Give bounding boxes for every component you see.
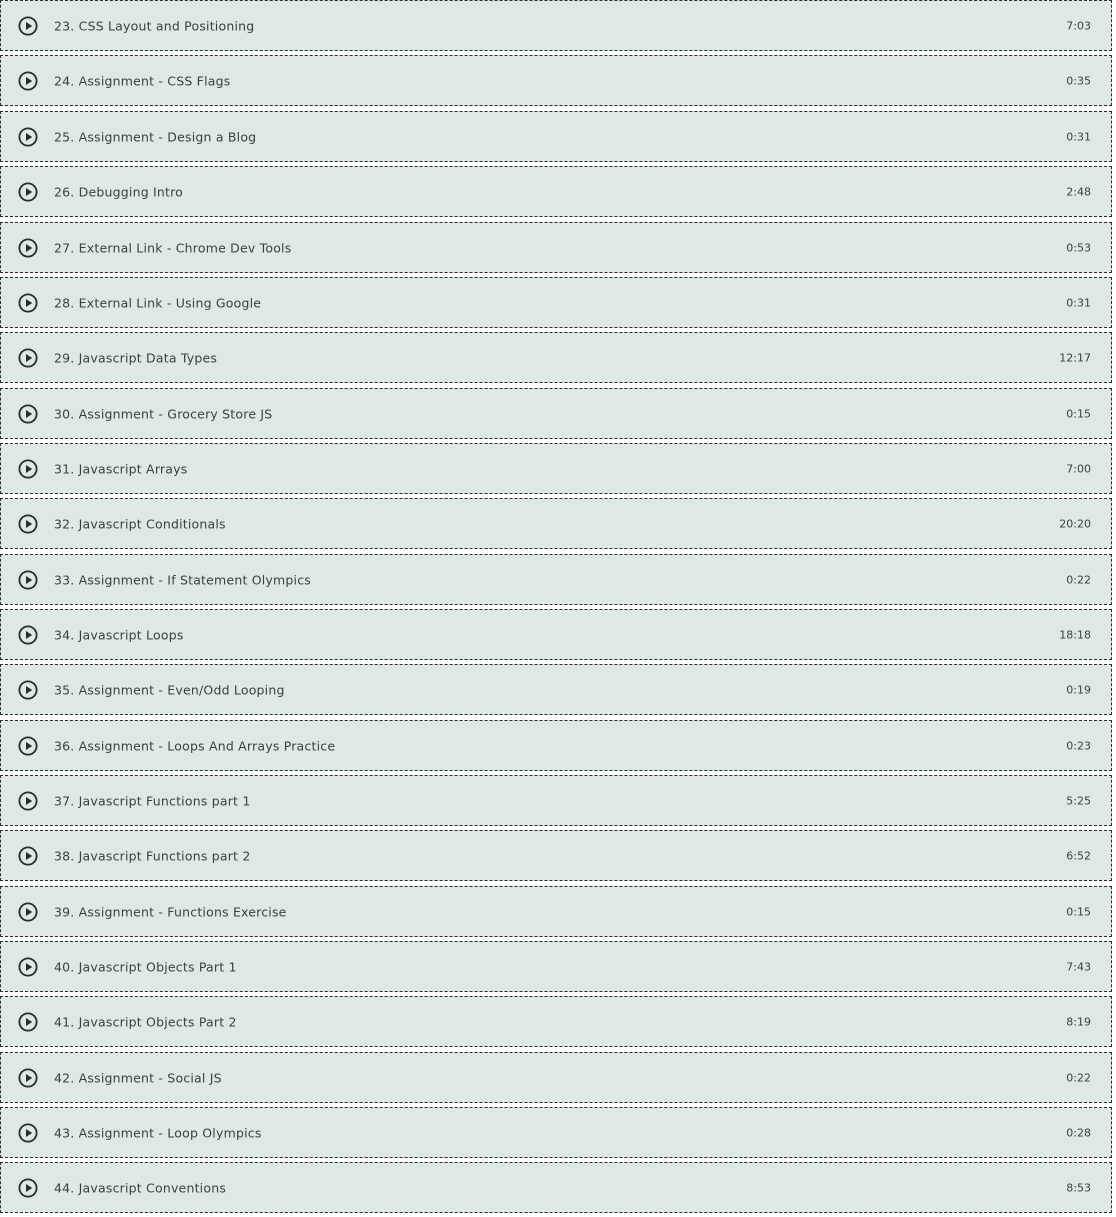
- play-circle-icon[interactable]: [18, 1067, 38, 1088]
- lecture-duration: 0:15: [1066, 905, 1091, 918]
- play-circle-icon[interactable]: [18, 126, 38, 147]
- lecture-duration: 0:35: [1066, 74, 1091, 87]
- lecture-title[interactable]: 31. Javascript Arrays: [54, 461, 187, 476]
- lecture-row[interactable]: 27. External Link - Chrome Dev Tools 0:5…: [0, 222, 1112, 273]
- lecture-title[interactable]: 35. Assignment - Even/Odd Looping: [54, 682, 285, 697]
- play-circle-icon[interactable]: [18, 679, 38, 700]
- lecture-row[interactable]: 39. Assignment - Functions Exercise 0:15: [0, 886, 1112, 937]
- lecture-title[interactable]: 26. Debugging Intro: [54, 184, 183, 199]
- lecture-duration: 20:20: [1059, 517, 1091, 530]
- play-circle-icon[interactable]: [18, 901, 38, 922]
- play-circle-icon[interactable]: [18, 1122, 38, 1143]
- play-circle-icon[interactable]: [18, 347, 38, 368]
- lecture-title[interactable]: 28. External Link - Using Google: [54, 295, 261, 310]
- lecture-duration: 0:15: [1066, 407, 1091, 420]
- lecture-row[interactable]: 35. Assignment - Even/Odd Looping 0:19: [0, 664, 1112, 715]
- lecture-row[interactable]: 32. Javascript Conditionals 20:20: [0, 498, 1112, 549]
- play-circle-icon[interactable]: [18, 403, 38, 424]
- play-circle-icon[interactable]: [18, 956, 38, 977]
- lecture-row[interactable]: 33. Assignment - If Statement Olympics 0…: [0, 554, 1112, 605]
- play-circle-icon[interactable]: [18, 790, 38, 811]
- lecture-duration: 7:43: [1066, 960, 1091, 973]
- play-circle-icon[interactable]: [18, 735, 38, 756]
- play-circle-icon[interactable]: [18, 569, 38, 590]
- lecture-duration: 5:25: [1066, 794, 1091, 807]
- lecture-duration: 12:17: [1059, 351, 1091, 364]
- play-circle-icon[interactable]: [18, 1177, 38, 1198]
- play-circle-icon[interactable]: [18, 70, 38, 91]
- lecture-duration: 0:31: [1066, 296, 1091, 309]
- lecture-row[interactable]: 43. Assignment - Loop Olympics 0:28: [0, 1107, 1112, 1158]
- lecture-title[interactable]: 41. Javascript Objects Part 2: [54, 1014, 237, 1029]
- play-circle-icon[interactable]: [18, 845, 38, 866]
- lecture-title[interactable]: 24. Assignment - CSS Flags: [54, 73, 230, 88]
- lecture-title[interactable]: 40. Javascript Objects Part 1: [54, 959, 237, 974]
- lecture-title[interactable]: 37. Javascript Functions part 1: [54, 793, 250, 808]
- lecture-title[interactable]: 27. External Link - Chrome Dev Tools: [54, 240, 291, 255]
- lecture-duration: 18:18: [1059, 628, 1091, 641]
- lecture-duration: 8:19: [1066, 1015, 1091, 1028]
- lecture-duration: 0:23: [1066, 739, 1091, 752]
- lecture-title[interactable]: 29. Javascript Data Types: [54, 350, 217, 365]
- lecture-title[interactable]: 30. Assignment - Grocery Store JS: [54, 406, 272, 421]
- lecture-row[interactable]: 25. Assignment - Design a Blog 0:31: [0, 111, 1112, 162]
- lecture-row[interactable]: 26. Debugging Intro 2:48: [0, 166, 1112, 217]
- lecture-title[interactable]: 42. Assignment - Social JS: [54, 1070, 222, 1085]
- lecture-row[interactable]: 41. Javascript Objects Part 2 8:19: [0, 996, 1112, 1047]
- lecture-duration: 7:00: [1066, 462, 1091, 475]
- play-circle-icon[interactable]: [18, 237, 38, 258]
- lecture-duration: 0:19: [1066, 683, 1091, 696]
- lecture-row[interactable]: 36. Assignment - Loops And Arrays Practi…: [0, 720, 1112, 771]
- lecture-row[interactable]: 24. Assignment - CSS Flags 0:35: [0, 55, 1112, 106]
- lecture-title[interactable]: 39. Assignment - Functions Exercise: [54, 904, 287, 919]
- play-circle-icon[interactable]: [18, 513, 38, 534]
- lecture-row[interactable]: 31. Javascript Arrays 7:00: [0, 443, 1112, 494]
- lecture-list: 23. CSS Layout and Positioning 7:03 24. …: [0, 0, 1116, 1217]
- lecture-duration: 6:52: [1066, 849, 1091, 862]
- lecture-duration: 8:53: [1066, 1181, 1091, 1194]
- lecture-title[interactable]: 32. Javascript Conditionals: [54, 516, 226, 531]
- lecture-row[interactable]: 34. Javascript Loops 18:18: [0, 609, 1112, 660]
- lecture-title[interactable]: 25. Assignment - Design a Blog: [54, 129, 256, 144]
- lecture-duration: 0:31: [1066, 130, 1091, 143]
- lecture-row[interactable]: 37. Javascript Functions part 1 5:25: [0, 775, 1112, 826]
- play-circle-icon[interactable]: [18, 15, 38, 36]
- lecture-row[interactable]: 28. External Link - Using Google 0:31: [0, 277, 1112, 328]
- lecture-title[interactable]: 36. Assignment - Loops And Arrays Practi…: [54, 738, 335, 753]
- lecture-row[interactable]: 44. Javascript Conventions 8:53: [0, 1162, 1112, 1213]
- play-circle-icon[interactable]: [18, 458, 38, 479]
- lecture-duration: 7:03: [1066, 19, 1091, 32]
- play-circle-icon[interactable]: [18, 624, 38, 645]
- lecture-row[interactable]: 23. CSS Layout and Positioning 7:03: [0, 0, 1112, 51]
- lecture-title[interactable]: 43. Assignment - Loop Olympics: [54, 1125, 262, 1140]
- lecture-title[interactable]: 44. Javascript Conventions: [54, 1180, 226, 1195]
- play-circle-icon[interactable]: [18, 181, 38, 202]
- lecture-title[interactable]: 33. Assignment - If Statement Olympics: [54, 572, 311, 587]
- lecture-row[interactable]: 38. Javascript Functions part 2 6:52: [0, 830, 1112, 881]
- lecture-row[interactable]: 30. Assignment - Grocery Store JS 0:15: [0, 388, 1112, 439]
- lecture-title[interactable]: 23. CSS Layout and Positioning: [54, 18, 254, 33]
- lecture-duration: 2:48: [1066, 185, 1091, 198]
- play-circle-icon[interactable]: [18, 292, 38, 313]
- lecture-duration: 0:22: [1066, 573, 1091, 586]
- lecture-duration: 0:22: [1066, 1071, 1091, 1084]
- lecture-duration: 0:53: [1066, 241, 1091, 254]
- lecture-row[interactable]: 29. Javascript Data Types 12:17: [0, 332, 1112, 383]
- lecture-title[interactable]: 34. Javascript Loops: [54, 627, 184, 642]
- play-circle-icon[interactable]: [18, 1011, 38, 1032]
- lecture-row[interactable]: 42. Assignment - Social JS 0:22: [0, 1052, 1112, 1103]
- lecture-title[interactable]: 38. Javascript Functions part 2: [54, 848, 250, 863]
- lecture-row[interactable]: 40. Javascript Objects Part 1 7:43: [0, 941, 1112, 992]
- lecture-duration: 0:28: [1066, 1126, 1091, 1139]
